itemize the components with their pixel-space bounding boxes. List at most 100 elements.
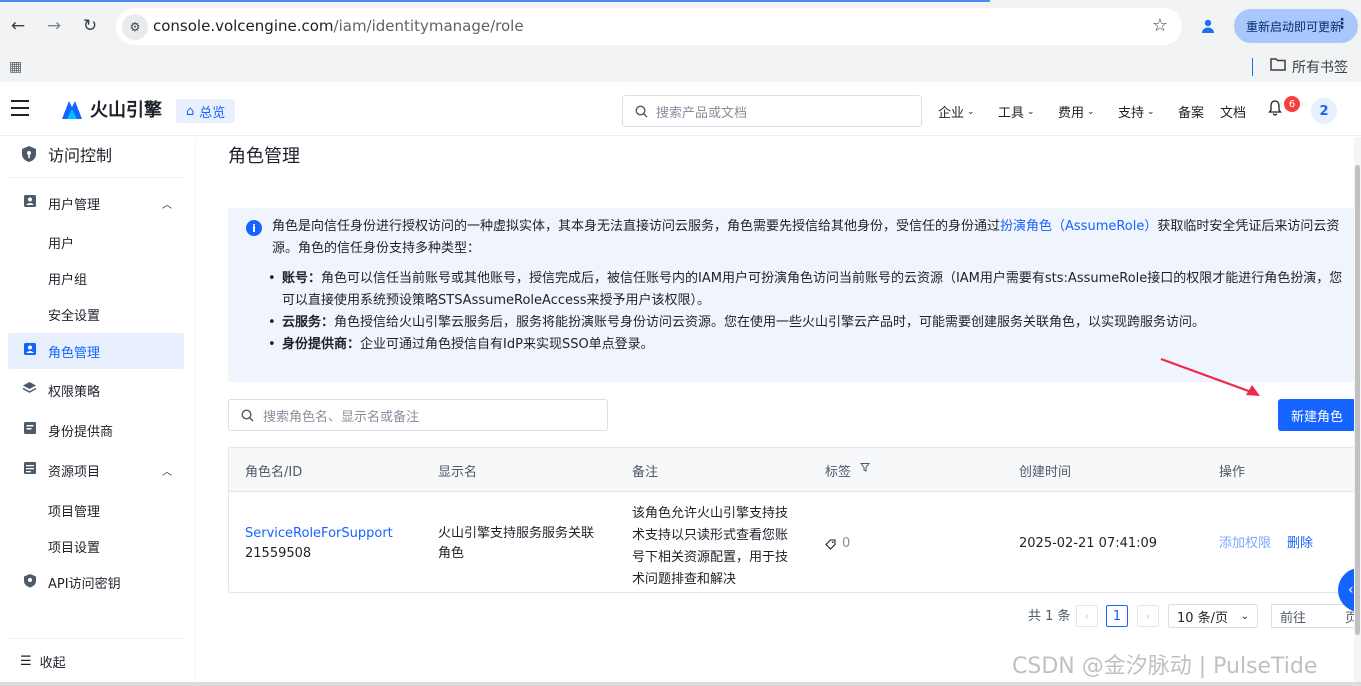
- scrollbar-thumb[interactable]: [1355, 165, 1360, 635]
- search-icon: [241, 408, 254, 421]
- browser-toolbar: ← → ↻ ⚙ console.volcengine.com/iam/ident…: [0, 0, 1361, 52]
- id-card-icon: [22, 421, 37, 439]
- menu-filing[interactable]: 备案: [1178, 102, 1204, 121]
- menu-support[interactable]: 支持 ⌄: [1118, 102, 1155, 121]
- next-page-button[interactable]: ›: [1137, 605, 1159, 627]
- collapse-sidebar-button[interactable]: ☰ 收起: [20, 652, 66, 671]
- role-icon: [22, 342, 37, 360]
- menu-tools[interactable]: 工具 ⌄: [998, 102, 1035, 121]
- sidebar-item-identity-providers[interactable]: 身份提供商: [8, 412, 184, 448]
- sidebar-item-user-groups[interactable]: 用户组: [48, 269, 87, 288]
- apps-grid-icon[interactable]: ▦: [9, 59, 22, 75]
- main-area: 角色管理 i 角色是向信任身份进行授权访问的一种虚拟实体，其本身无法直接访问云服…: [196, 137, 1361, 686]
- bookmarks-divider: [1252, 58, 1253, 76]
- window-bottom-edge: [0, 682, 1361, 686]
- forward-icon[interactable]: →: [42, 14, 66, 38]
- sidebar-item-project-management[interactable]: 项目管理: [48, 501, 100, 520]
- pagination-total: 共 1 条: [1028, 609, 1071, 624]
- menu-docs[interactable]: 文档: [1220, 102, 1246, 121]
- chevron-down-icon: ⌄: [1240, 610, 1249, 622]
- menu-icon[interactable]: [11, 100, 29, 116]
- list-item: 账号：角色可以信任当前账号或其他账号，授信完成后，被信任账号内的IAM用户可扮演…: [268, 268, 1348, 312]
- search-icon: [635, 104, 648, 117]
- sidebar-divider: [8, 177, 184, 178]
- address-bar[interactable]: ⚙ console.volcengine.com/iam/identityman…: [116, 8, 1182, 45]
- url-text: console.volcengine.com/iam/identitymanag…: [153, 17, 524, 35]
- brand-logo[interactable]: 火山引擎: [60, 96, 162, 122]
- add-permission-link[interactable]: 添加权限: [1219, 534, 1271, 554]
- reload-icon[interactable]: ↻: [78, 14, 102, 38]
- role-note: 术问题排查和解决: [632, 572, 737, 587]
- menu-billing[interactable]: 费用 ⌄: [1058, 102, 1095, 121]
- sidebar-item-roles[interactable]: 角色管理: [8, 333, 184, 369]
- trust-type-list: 账号：角色可以信任当前账号或其他账号，授信完成后，被信任账号内的IAM用户可扮演…: [268, 268, 1348, 356]
- column-header: 备注: [632, 465, 659, 480]
- role-note: 号下相关资源配置，用于技: [632, 550, 789, 565]
- sidebar-item-policies[interactable]: 权限策略: [8, 372, 184, 408]
- assume-role-link[interactable]: 扮演角色（AssumeRole）: [1000, 219, 1157, 234]
- chevron-up-icon: ︿: [162, 466, 172, 478]
- list-item: 云服务：角色授信给火山引擎云服务后，服务将能扮演账号身份访问云资源。您在使用一些…: [268, 312, 1348, 334]
- display-name: 角色: [438, 546, 465, 561]
- overview-button[interactable]: ⌂ 总览: [176, 99, 236, 123]
- filter-icon[interactable]: [860, 462, 870, 475]
- scrollbar[interactable]: [1354, 137, 1361, 686]
- column-header: 显示名: [438, 465, 478, 480]
- annotation-arrow-icon: [1160, 357, 1260, 396]
- page-header: 角色管理: [196, 137, 1361, 185]
- back-icon[interactable]: ←: [6, 14, 30, 38]
- role-search-input[interactable]: 搜索角色名、显示名或备注: [228, 399, 608, 431]
- volcano-logo-icon: [62, 101, 82, 119]
- loading-progress-bar: [0, 0, 990, 2]
- role-name-link[interactable]: ServiceRoleForSupport: [245, 524, 393, 544]
- product-search-input[interactable]: 搜索产品或文档: [622, 95, 922, 127]
- chevron-down-icon: ⌄: [1087, 106, 1095, 117]
- delete-link[interactable]: 删除: [1287, 534, 1313, 554]
- key-shield-icon: [22, 573, 37, 592]
- collapse-icon: ☰: [20, 654, 32, 669]
- column-header: 创建时间: [1019, 465, 1072, 480]
- bookmarks-bar: ▦ 所有书签: [0, 52, 1361, 82]
- prev-page-button[interactable]: ‹: [1076, 605, 1098, 627]
- info-icon: i: [246, 220, 262, 236]
- sidebar-item-project-settings[interactable]: 项目设置: [48, 537, 100, 556]
- sidebar-item-security-settings[interactable]: 安全设置: [48, 305, 100, 324]
- console-top-nav: 火山引擎 ⌂ 总览 搜索产品或文档 企业 ⌄ 工具 ⌄ 费用 ⌄ 支持 ⌄ 备案 文档 …: [0, 86, 1361, 136]
- chevron-down-icon: ⌄: [967, 106, 975, 117]
- role-id: 21559508: [245, 546, 312, 561]
- sidebar-item-api-keys[interactable]: API访问密钥: [8, 564, 184, 600]
- home-icon: ⌂: [186, 103, 195, 119]
- sidebar-item-users[interactable]: 用户: [48, 233, 74, 252]
- more-vert-icon[interactable]: ⋮: [1335, 16, 1349, 32]
- new-role-button[interactable]: 新建角色: [1278, 399, 1356, 431]
- chevron-up-icon: ︿: [162, 199, 172, 211]
- watermark: CSDN @金汐脉动 | PulseTide: [1012, 654, 1318, 679]
- page-number-current[interactable]: 1: [1106, 605, 1128, 627]
- column-header: 标签: [825, 465, 852, 480]
- sidebar-item-user-management[interactable]: 用户管理 ︿: [8, 185, 184, 221]
- folder-stack-icon: [22, 461, 37, 479]
- chevron-down-icon: ⌄: [1027, 106, 1035, 117]
- avatar[interactable]: 2: [1311, 98, 1337, 124]
- bookmark-star-icon[interactable]: ☆: [1152, 15, 1168, 36]
- page-title: 角色管理: [228, 146, 300, 167]
- table-header: 角色名/ID 显示名 备注 标签 创建时间 操作: [229, 448, 1355, 492]
- all-bookmarks-button[interactable]: 所有书签: [1270, 57, 1348, 77]
- goto-page-input[interactable]: 前往 页: [1271, 604, 1358, 628]
- notification-badge: 6: [1284, 96, 1300, 112]
- profile-icon[interactable]: [1196, 14, 1220, 38]
- info-description: 角色是向信任身份进行授权访问的一种虚拟实体，其本身无法直接访问云服务，角色需要先…: [272, 219, 1340, 256]
- relaunch-update-button[interactable]: 重新启动即可更新 ⋮: [1234, 9, 1358, 43]
- menu-enterprise[interactable]: 企业 ⌄: [938, 102, 975, 121]
- user-card-icon: [22, 194, 37, 212]
- site-info-icon[interactable]: ⚙: [122, 14, 148, 40]
- bell-icon[interactable]: [1268, 100, 1282, 120]
- page-size-select[interactable]: 10 条/页 ⌄: [1168, 604, 1258, 628]
- sidebar-title: 访问控制: [20, 142, 112, 166]
- chevron-left-icon: ‹: [1348, 582, 1354, 598]
- tag-count[interactable]: 0: [825, 534, 850, 554]
- shield-icon: [22, 146, 36, 162]
- sidebar-item-resource-projects[interactable]: 资源项目 ︿: [8, 452, 184, 488]
- folder-icon: [1270, 57, 1286, 77]
- roles-table: 角色名/ID 显示名 备注 标签 创建时间 操作 ServiceRoleForS…: [228, 447, 1356, 593]
